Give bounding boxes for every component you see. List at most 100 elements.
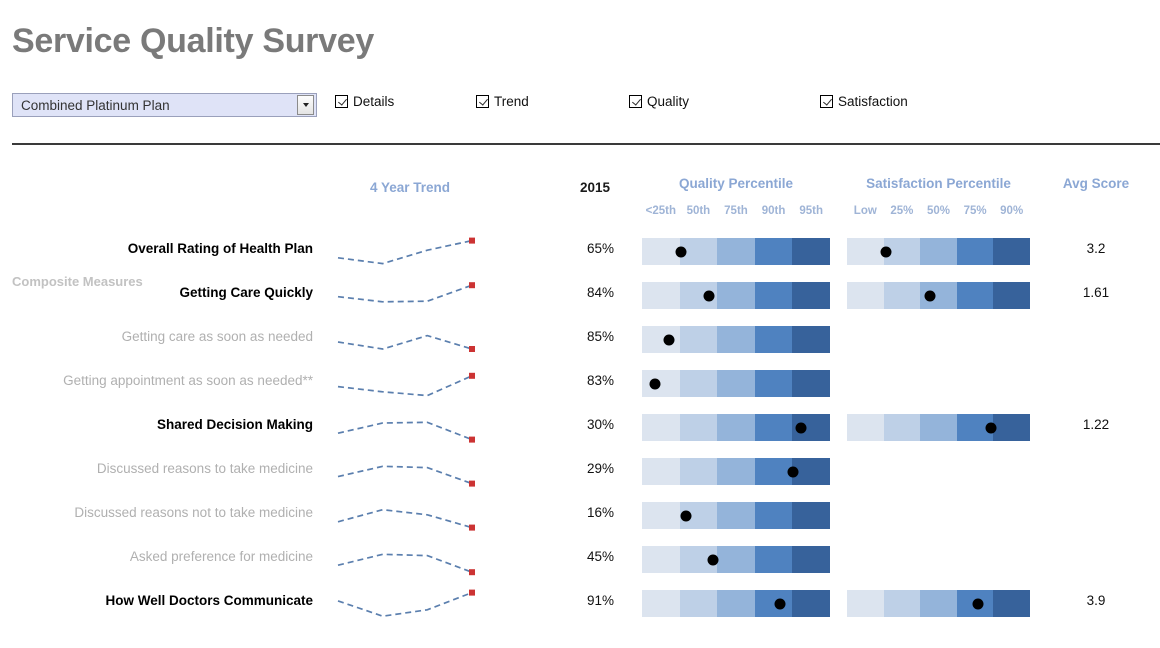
percentile-band [642, 502, 680, 529]
percentile-band [680, 326, 718, 353]
percentile-band [957, 282, 994, 309]
percentile-band [755, 414, 793, 441]
year-value: 65% [556, 241, 614, 256]
percentile-band [642, 282, 680, 309]
percentile-band [717, 238, 755, 265]
quality-percentile-bar [642, 238, 830, 265]
percentile-band [642, 590, 680, 617]
percentile-band [993, 282, 1030, 309]
percentile-band [680, 414, 718, 441]
value-marker-dot [925, 290, 936, 301]
value-marker-dot [795, 422, 806, 433]
table-row[interactable]: Discussed reasons not to take medicine16… [0, 496, 1160, 540]
measure-label: Discussed reasons to take medicine [0, 461, 313, 476]
value-marker-dot [972, 598, 983, 609]
percentile-band [920, 238, 957, 265]
value-marker-dot [649, 378, 660, 389]
percentile-band [717, 282, 755, 309]
percentile-band [792, 238, 830, 265]
percentile-band [884, 590, 921, 617]
measure-label: Getting Care Quickly [0, 285, 313, 300]
value-marker-dot [985, 422, 996, 433]
percentile-band [642, 414, 680, 441]
percentile-band [755, 546, 793, 573]
avg-score-value: 3.2 [1050, 241, 1142, 256]
percentile-band [792, 370, 830, 397]
measure-label: Getting care as soon as needed [0, 329, 313, 344]
quality-percentile-bar [642, 458, 830, 485]
measure-label: Asked preference for medicine [0, 549, 313, 564]
percentile-band [993, 238, 1030, 265]
quality-percentile-bar [642, 590, 830, 617]
percentile-band [792, 546, 830, 573]
table-row[interactable]: Asked preference for medicine45% [0, 540, 1160, 584]
trend-sparkline [334, 364, 484, 408]
percentile-band [680, 590, 718, 617]
measure-label: Overall Rating of Health Plan [0, 241, 313, 256]
percentile-band [884, 414, 921, 441]
avg-score-value: 3.9 [1050, 593, 1142, 608]
percentile-band [717, 502, 755, 529]
table-row[interactable]: Overall Rating of Health Plan 65% 3.2 [0, 232, 1160, 276]
trend-sparkline [334, 452, 484, 496]
value-marker-dot [775, 598, 786, 609]
measure-label: Getting appointment as soon as needed** [0, 373, 313, 388]
trend-sparkline [334, 584, 484, 628]
percentile-band [717, 414, 755, 441]
quality-percentile-bar [642, 326, 830, 353]
percentile-band [920, 590, 957, 617]
quality-percentile-bar [642, 370, 830, 397]
percentile-band [792, 326, 830, 353]
table-row[interactable]: Shared Decision Making30%1.22 [0, 408, 1160, 452]
percentile-band [755, 502, 793, 529]
percentile-band [993, 414, 1030, 441]
trend-sparkline [334, 320, 484, 364]
table-row[interactable]: Getting appointment as soon as needed** 8… [0, 364, 1160, 408]
percentile-band [717, 326, 755, 353]
percentile-band [642, 370, 680, 397]
percentile-band [884, 282, 921, 309]
value-marker-dot [664, 334, 675, 345]
trend-sparkline [334, 540, 484, 584]
table-row[interactable]: Discussed reasons to take medicine 29% [0, 452, 1160, 496]
table-row[interactable]: How Well Doctors Communicate 91% 3.9 [0, 584, 1160, 628]
year-value: 30% [556, 417, 614, 432]
quality-percentile-bar [642, 502, 830, 529]
measures-table: Overall Rating of Health Plan 65% 3.2 Getti… [0, 0, 1160, 648]
satisfaction-percentile-bar [847, 238, 1030, 265]
trend-sparkline [334, 496, 484, 540]
percentile-band [920, 414, 957, 441]
percentile-band [642, 546, 680, 573]
satisfaction-percentile-bar [847, 282, 1030, 309]
percentile-band [792, 282, 830, 309]
percentile-band [642, 458, 680, 485]
percentile-band [755, 370, 793, 397]
satisfaction-percentile-bar [847, 414, 1030, 441]
year-value: 29% [556, 461, 614, 476]
percentile-band [792, 590, 830, 617]
percentile-band [755, 590, 793, 617]
value-marker-dot [675, 246, 686, 257]
percentile-band [717, 590, 755, 617]
quality-percentile-bar [642, 414, 830, 441]
year-value: 91% [556, 593, 614, 608]
trend-sparkline [334, 408, 484, 452]
satisfaction-percentile-bar [847, 590, 1030, 617]
avg-score-value: 1.61 [1050, 285, 1142, 300]
measure-label: Discussed reasons not to take medicine [0, 505, 313, 520]
table-row[interactable]: Getting Care Quickly 84% 1.61 [0, 276, 1160, 320]
table-row[interactable]: Getting care as soon as needed85% [0, 320, 1160, 364]
measure-label: How Well Doctors Communicate [0, 593, 313, 608]
value-marker-dot [788, 466, 799, 477]
value-marker-dot [707, 554, 718, 565]
quality-percentile-bar [642, 546, 830, 573]
percentile-band [755, 238, 793, 265]
value-marker-dot [881, 246, 892, 257]
percentile-band [847, 238, 884, 265]
year-value: 83% [556, 373, 614, 388]
trend-sparkline [334, 276, 484, 320]
avg-score-value: 1.22 [1050, 417, 1142, 432]
percentile-band [680, 370, 718, 397]
year-value: 84% [556, 285, 614, 300]
percentile-band [680, 458, 718, 485]
